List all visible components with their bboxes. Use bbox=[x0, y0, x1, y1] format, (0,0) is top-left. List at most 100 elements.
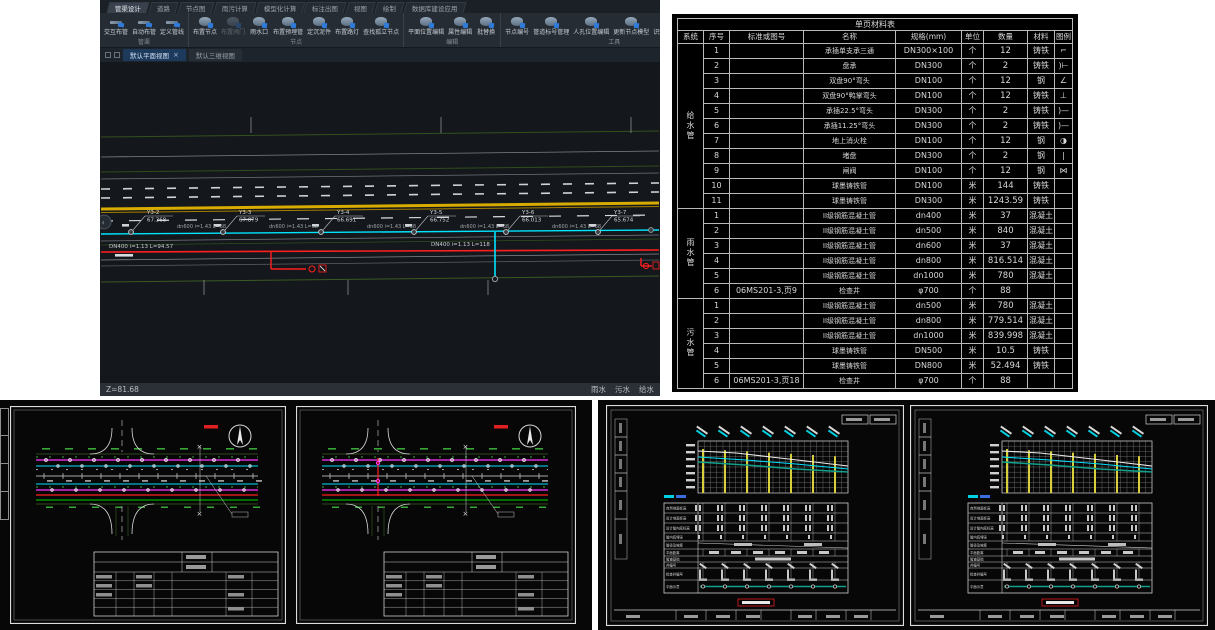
ribbon-button-2-2[interactable]: 批替换 bbox=[474, 17, 498, 36]
table-cell: φ700 bbox=[896, 373, 962, 388]
ribbon-group-2: 平面位置编辑属性编辑批替换编辑 bbox=[404, 13, 501, 47]
column-header: 规格(mm) bbox=[896, 30, 962, 43]
table-cell: 混凝土 bbox=[1028, 208, 1055, 223]
pipe-tool-icon bbox=[110, 21, 122, 24]
ribbon-button-0-0[interactable]: 交互布管 bbox=[102, 17, 130, 36]
table-cell: DN100 bbox=[896, 178, 962, 193]
pipe-tool-icon bbox=[138, 21, 150, 24]
ribbon-tab-1[interactable]: 道路 bbox=[148, 2, 178, 13]
annotation-text: 自然地面标高 bbox=[970, 506, 991, 511]
table-cell: 球墨铸铁管 bbox=[804, 193, 896, 208]
table-cell bbox=[730, 133, 804, 148]
ribbon-button-1-1[interactable]: 布置阀门 bbox=[219, 17, 247, 36]
ribbon-tab-3[interactable]: 雨污计算 bbox=[213, 2, 256, 13]
table-cell: 37 bbox=[984, 208, 1028, 223]
table-cell: 779.514 bbox=[984, 313, 1028, 328]
table-row: 9闸阀DN100个12钢⋈ bbox=[678, 163, 1073, 178]
ribbon-button-2-0[interactable]: 平面位置编辑 bbox=[406, 17, 446, 36]
profile-drawing: 自然地面标高设计地面标高设计管内底标高管内底埋深管径及坡度平面距离管道基础井编号… bbox=[910, 405, 1208, 626]
ribbon-tab-label: 管渠设计 bbox=[115, 3, 141, 13]
ribbon-button-1-4[interactable]: 定沉泥件 bbox=[305, 17, 333, 36]
ribbon-button-label: 更新节点模型 bbox=[613, 27, 649, 36]
ribbon-button-label: 交互布管 bbox=[104, 27, 128, 36]
layout-icon[interactable] bbox=[114, 52, 120, 58]
ribbon-tab-5[interactable]: 标注出图 bbox=[303, 2, 346, 13]
table-cell: II级钢筋混凝土管 bbox=[804, 238, 896, 253]
ribbon-group-label: 编辑 bbox=[406, 39, 498, 47]
table-cell bbox=[730, 118, 804, 133]
annotation-text: 设计管内底标高 bbox=[666, 526, 690, 531]
table-cell: 双盘90°弯头 bbox=[804, 73, 896, 88]
table-cell: 4 bbox=[704, 253, 730, 268]
ribbon-tab-8[interactable]: 数据库建设应用 bbox=[403, 2, 466, 13]
ribbon-tab-7[interactable]: 绘制 bbox=[374, 2, 404, 13]
table-cell: 1 bbox=[704, 208, 730, 223]
ribbon-button-2-1[interactable]: 属性编辑 bbox=[446, 17, 474, 36]
layer-toggle[interactable]: 给水 bbox=[639, 385, 654, 394]
ribbon-button-3-1[interactable]: 管道标号管理 bbox=[531, 17, 571, 36]
table-row: 雨水管1II级钢筋混凝土管dn400米37混凝土 bbox=[678, 208, 1073, 223]
table-cell: 承插22.5°弯头 bbox=[804, 103, 896, 118]
table-cell: 米 bbox=[962, 193, 984, 208]
close-icon[interactable]: × bbox=[173, 51, 179, 59]
annotation-text: × bbox=[463, 510, 469, 518]
table-cell: 6 bbox=[704, 283, 730, 298]
table-cell: 3 bbox=[704, 328, 730, 343]
status-bar: Z=81.68 雨水污水给水 bbox=[100, 383, 660, 396]
table-cell: 米 bbox=[962, 178, 984, 193]
ribbon-toolbar: 交互布管自动布管定义管线管渠布置节点布置阀门雨水口布置预埋管定沉泥件布置路灯查找… bbox=[100, 13, 660, 48]
ribbon-button-1-2[interactable]: 雨水口 bbox=[247, 17, 271, 36]
table-cell bbox=[730, 43, 804, 58]
cylinder-tool-icon bbox=[375, 17, 387, 26]
table-cell: II级钢筋混凝土管 bbox=[804, 328, 896, 343]
annotation-text: Y3-3 bbox=[238, 210, 252, 216]
table-row: 8堵盘DN300个2钢| bbox=[678, 148, 1073, 163]
view-tab-1[interactable]: 默认三维视图 bbox=[189, 49, 242, 61]
plan-sheet-2: ×× bbox=[296, 406, 576, 624]
table-cell: 2 bbox=[704, 223, 730, 238]
cylinder-tool-icon bbox=[227, 17, 239, 26]
table-cell: 钢 bbox=[1028, 148, 1055, 163]
table-cell: 10 bbox=[704, 178, 730, 193]
ribbon-button-1-5[interactable]: 布置路灯 bbox=[333, 17, 361, 36]
ribbon-button-3-4[interactable]: 识别同步管道 bbox=[651, 17, 660, 36]
ribbon-button-3-3[interactable]: 更新节点模型 bbox=[611, 17, 651, 36]
table-cell: 144 bbox=[984, 178, 1028, 193]
annotation-text: ‹ bbox=[102, 218, 105, 227]
ribbon-tab-4[interactable]: 模型化计算 bbox=[255, 2, 305, 13]
ribbon-button-1-3[interactable]: 布置预埋管 bbox=[271, 17, 305, 36]
cylinder-tool-icon bbox=[313, 17, 325, 26]
table-cell: 2 bbox=[984, 148, 1028, 163]
hydrant-branch bbox=[271, 252, 326, 272]
table-cell bbox=[730, 58, 804, 73]
cad-plan-drawing: Y3-267.368dn600 i=1.43 L=38Y3-367.879dn6… bbox=[100, 62, 660, 383]
table-cell: dn400 bbox=[896, 208, 962, 223]
ribbon-tab-6[interactable]: 视图 bbox=[345, 2, 375, 13]
ribbon-tab-2[interactable]: 节点图 bbox=[177, 2, 214, 13]
ribbon-button-0-2[interactable]: 定义管线 bbox=[158, 17, 186, 36]
ribbon-button-1-6[interactable]: 查找孤立节点 bbox=[361, 17, 401, 36]
layer-toggle[interactable]: 雨水 bbox=[591, 385, 606, 394]
annotation-text: 检查井编号 bbox=[666, 572, 684, 577]
ribbon-button-1-0[interactable]: 布置节点 bbox=[191, 17, 219, 36]
view-tab-0[interactable]: 默认平面视图× bbox=[123, 49, 186, 61]
annotation-text: 平面距离 bbox=[666, 550, 680, 555]
ribbon-tab-label: 节点图 bbox=[186, 3, 206, 13]
cylinder-tool-icon bbox=[585, 17, 597, 26]
layer-toggle[interactable]: 污水 bbox=[615, 385, 630, 394]
table-cell: DN300×100 bbox=[896, 43, 962, 58]
annotation-text: 井编号 bbox=[666, 563, 677, 568]
ribbon-button-3-0[interactable]: 节点编号 bbox=[503, 17, 531, 36]
drawing-viewport[interactable]: Y3-267.368dn600 i=1.43 L=38Y3-367.879dn6… bbox=[100, 62, 660, 383]
ribbon-button-0-1[interactable]: 自动布管 bbox=[130, 17, 158, 36]
viewport-icon[interactable] bbox=[105, 52, 111, 58]
ribbon-button-3-2[interactable]: 人孔位置编辑 bbox=[571, 17, 611, 36]
screenshot-canvas: 管渠设计道路节点图雨污计算模型化计算标注出图视图绘制数据库建设应用 交互布管自动… bbox=[0, 0, 1215, 630]
table-cell: 个 bbox=[962, 283, 984, 298]
table-cell: 铸铁 bbox=[1028, 43, 1055, 58]
ribbon-tab-0[interactable]: 管渠设计 bbox=[106, 2, 149, 13]
table-cell: 检查井 bbox=[804, 373, 896, 388]
table-cell: 5 bbox=[704, 358, 730, 373]
table-cell bbox=[1055, 178, 1073, 193]
ribbon-group-label: 工具 bbox=[503, 39, 660, 47]
